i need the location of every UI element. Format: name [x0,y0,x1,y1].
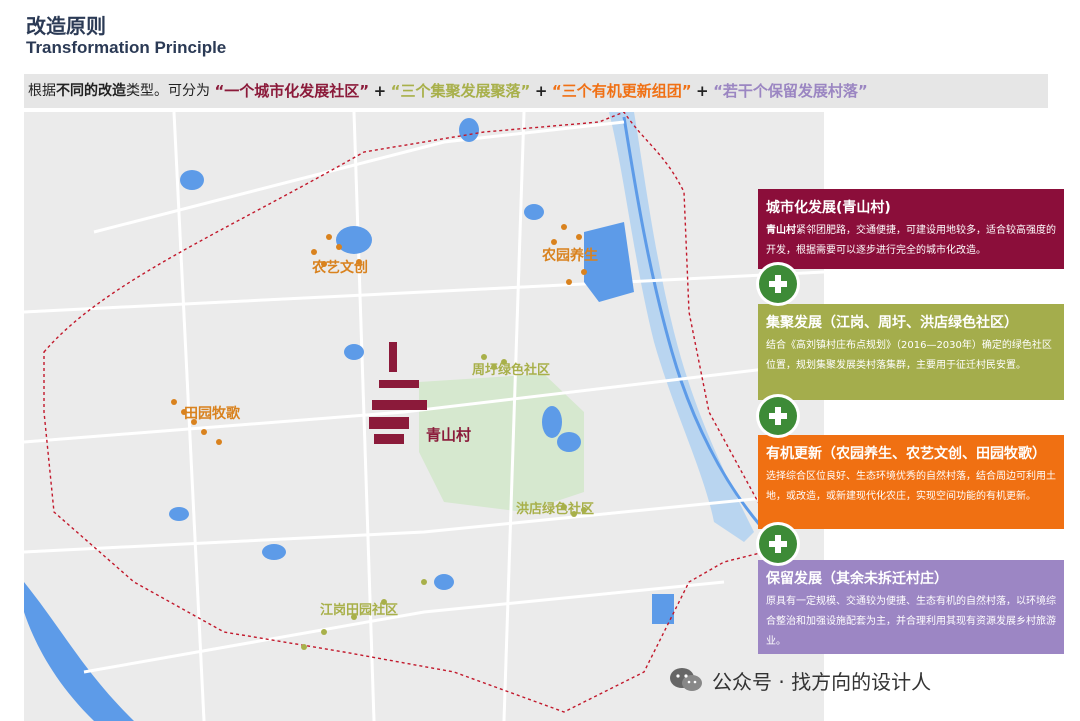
intro-plus: + [373,82,387,100]
plus-icon [756,522,800,566]
panel-cluster-body: 结合《高刘镇村庄布点规划》（2016—2030年）确定的绿色社区位置，规划集聚发… [766,340,1052,371]
page-title: 改造原则 [26,14,106,38]
intro-plus: + [534,82,548,100]
intro-item-organic: “三个有机更新组团” [551,82,692,100]
wechat-icon [670,668,702,691]
panel-cluster-title: 集聚发展（江岗、周圩、洪店绿色社区） [766,315,1018,331]
panel-organic-body: 选择综合区位良好、生态环境优秀的自然村落，结合周边可利用土地，或改造，或新建现代… [766,471,1056,502]
intro-item-cluster: “三个集聚发展聚落” [390,82,531,100]
plus-icon [756,262,800,306]
plus-icon [756,394,800,438]
label-jianggang: 江岗田园社区 [320,602,398,618]
intro-item-urbanization: “一个城市化发展社区” [214,82,370,100]
watermark: 公众号 · 找方向的设计人 [668,662,1058,698]
panel-keep-body: 原具有一定规模、交通较为便捷、生态有机的自然村落，以环境综合整治和加强设施配套为… [766,596,1056,647]
intro-prefix: 根据 [28,83,56,99]
panel-urbanization: 城市化发展(青山村) 青山村紧邻团肥路，交通便捷，可建设用地较多，适合较高强度的… [758,189,1064,269]
intro-item-keep: “若干个保留发展村落” [713,82,868,100]
intro-bar: 根据不同的改造类型。可分为 “一个城市化发展社区” + “三个集聚发展聚落” +… [24,74,1048,108]
label-tianyuan: 田园牧歌 [184,405,241,422]
intro-plus: + [696,82,709,100]
panel-keep: 保留发展（其余未拆迁村庄） 原具有一定规模、交通较为便捷、生态有机的自然村落，以… [758,560,1064,654]
panel-keep-title: 保留发展（其余未拆迁村庄） [766,571,948,587]
intro-bold: 不同的改造 [56,83,126,99]
intro-middle: 类型。可分为 [126,83,210,99]
panel-urbanization-title: 城市化发展(青山村) [766,200,891,216]
panel-cluster: 集聚发展（江岗、周圩、洪店绿色社区） 结合《高刘镇村庄布点规划》（2016—20… [758,304,1064,400]
panel-organic-title: 有机更新（农园养生、农艺文创、田园牧歌） [766,446,1046,462]
label-hongdian: 洪店绿色社区 [516,501,594,517]
label-zhouyu: 周圩绿色社区 [472,362,550,378]
watermark-text: 公众号 · 找方向的设计人 [712,670,932,694]
village-map: 青山村 农艺文创 农园养生 周圩绿色社区 田园牧歌 洪店绿色社区 江岗田园社区 [24,112,824,721]
label-nongyuan: 农园养生 [541,247,598,264]
label-nongyi: 农艺文创 [311,259,368,276]
page-subtitle: Transformation Principle [26,38,227,57]
panel-organic: 有机更新（农园养生、农艺文创、田园牧歌） 选择综合区位良好、生态环境优秀的自然村… [758,435,1064,529]
label-qingshan: 青山村 [426,426,471,444]
panel-urbanization-bold: 青山村 [766,225,796,236]
panel-urbanization-body: 紧邻团肥路，交通便捷，可建设用地较多，适合较高强度的开发，根据需要可以逐步进行完… [766,225,1056,256]
